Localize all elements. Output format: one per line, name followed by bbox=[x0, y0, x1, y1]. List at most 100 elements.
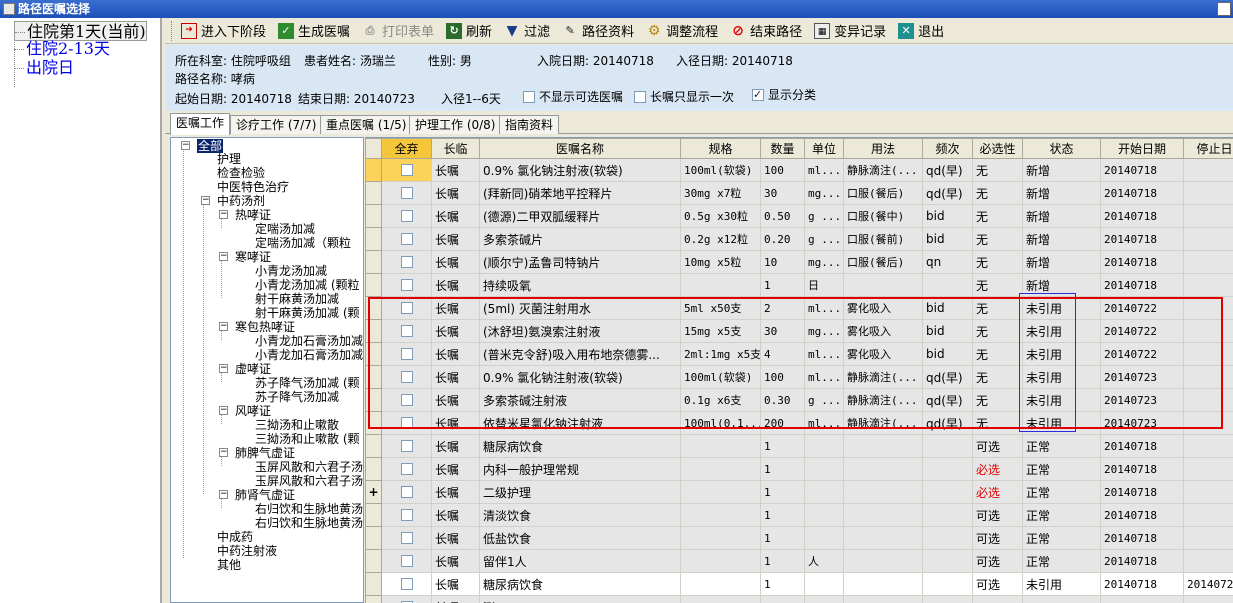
tree-collapse-toggle[interactable]: − bbox=[219, 322, 228, 331]
row-header-cell[interactable] bbox=[365, 572, 382, 596]
tree-node[interactable]: 定喘汤加减（颗粒 bbox=[255, 236, 351, 250]
row-header-cell[interactable] bbox=[365, 365, 382, 389]
tab-treatment-work[interactable]: 诊疗工作 (7/7) bbox=[230, 115, 323, 134]
tree-collapse-toggle[interactable]: − bbox=[181, 141, 190, 150]
tree-node[interactable]: 玉屏风散和六君子汤 bbox=[255, 474, 363, 488]
discard-checkbox[interactable] bbox=[400, 463, 413, 475]
tree-node-all[interactable]: 全部 bbox=[197, 139, 224, 153]
tree-node[interactable]: 小青龙加石膏汤加减 bbox=[255, 334, 363, 348]
show-category-checkbox[interactable]: 显示分类 bbox=[752, 87, 816, 103]
tree-node[interactable]: 风哮证 bbox=[235, 404, 271, 418]
discard-checkbox[interactable] bbox=[400, 210, 413, 222]
table-row[interactable]: 长嘱 清淡饮食 1 可选 正常 20140718 bbox=[365, 503, 1233, 527]
exit-button[interactable]: ✕ 退出 bbox=[898, 21, 944, 40]
tree-node[interactable]: 中药注射液 bbox=[217, 544, 277, 558]
tree-collapse-toggle[interactable]: − bbox=[219, 252, 228, 261]
adjust-flow-button[interactable]: ⚙ 调整流程 bbox=[646, 21, 718, 41]
tree-node[interactable]: 苏子降气汤加减 bbox=[255, 390, 339, 404]
row-header-cell[interactable] bbox=[365, 273, 382, 297]
column-header[interactable]: 长临 bbox=[431, 138, 480, 159]
column-header[interactable]: 规格 bbox=[680, 138, 761, 159]
column-header[interactable]: 用法 bbox=[843, 138, 923, 159]
tree-node[interactable]: 三拗汤和止嗽散 bbox=[255, 418, 339, 432]
tree-collapse-toggle[interactable]: − bbox=[219, 406, 228, 415]
print-form-button[interactable]: ⎙ 打印表单 bbox=[362, 21, 434, 41]
table-row[interactable]: 长嘱 持续吸氧 1 日 无新增 20140718 bbox=[365, 273, 1233, 297]
tree-node[interactable]: 护理 bbox=[217, 152, 241, 166]
tree-node[interactable]: 玉屏风散和六君子汤 bbox=[255, 460, 363, 474]
discard-checkbox[interactable] bbox=[400, 371, 413, 383]
tab-nursing-work[interactable]: 护理工作 (0/8) bbox=[409, 115, 502, 134]
column-header[interactable]: 状态 bbox=[1022, 138, 1101, 159]
table-row[interactable]: 长嘱 内科一般护理常规 1 必选 正常 20140718 bbox=[365, 457, 1233, 481]
discard-checkbox[interactable] bbox=[400, 302, 413, 314]
tree-node[interactable]: 虚哮证 bbox=[235, 362, 271, 376]
close-button[interactable] bbox=[1217, 2, 1231, 16]
tree-node[interactable]: 射干麻黄汤加减 bbox=[255, 292, 339, 306]
tree-node[interactable]: 寒哮证 bbox=[235, 250, 271, 264]
tree-node[interactable]: 检查检验 bbox=[217, 166, 265, 180]
tree-node[interactable]: 小青龙汤加减 (颗粒 bbox=[255, 278, 360, 292]
tree-node[interactable]: 寒包热哮证 bbox=[235, 320, 295, 334]
discard-checkbox[interactable] bbox=[400, 578, 413, 590]
tab-order-work[interactable]: 医嘱工作 bbox=[170, 113, 231, 135]
row-header-cell[interactable] bbox=[365, 549, 382, 573]
tree-collapse-toggle[interactable]: − bbox=[219, 490, 228, 499]
row-header-cell[interactable] bbox=[365, 411, 382, 435]
table-row[interactable]: 长嘱 多索茶碱片 0.2g x12粒 0.20 g ... 口服(餐前) bid 无新增 201… bbox=[365, 227, 1233, 251]
filter-button[interactable]: ▼ 过滤 bbox=[504, 21, 550, 41]
column-header[interactable]: 必选性 bbox=[972, 138, 1023, 159]
discard-checkbox[interactable] bbox=[400, 440, 413, 452]
tree-node[interactable]: 小青龙汤加减 bbox=[255, 264, 327, 278]
tree-collapse-toggle[interactable]: − bbox=[219, 364, 228, 373]
column-header[interactable]: 频次 bbox=[922, 138, 973, 159]
hide-optional-box[interactable] bbox=[523, 91, 535, 103]
generate-orders-button[interactable]: ✓ 生成医嘱 bbox=[278, 21, 350, 40]
table-row[interactable]: 长嘱 (沐舒坦)氨溴索注射液 15mg x5支 30 mg... 雾化吸入 bid 无未引用 2… bbox=[365, 319, 1233, 343]
tab-key-orders[interactable]: 重点医嘱 (1/5) bbox=[320, 115, 413, 134]
stage-item-day2-13[interactable]: 住院2-13天 bbox=[14, 39, 110, 59]
tree-node[interactable]: 三拗汤和止嗽散 (颗 bbox=[255, 432, 360, 446]
column-header[interactable]: 数量 bbox=[760, 138, 805, 159]
tree-node[interactable]: 右归饮和生脉地黄汤 bbox=[255, 516, 363, 530]
row-header-cell[interactable] bbox=[365, 342, 382, 366]
tree-node[interactable]: 肺脾气虚证 bbox=[235, 446, 295, 460]
row-header-cell[interactable] bbox=[365, 296, 382, 320]
tree-collapse-toggle[interactable]: − bbox=[219, 210, 228, 219]
table-row[interactable]: 长嘱 糖尿病饮食 1 可选 正常 20140718 bbox=[365, 434, 1233, 458]
discard-checkbox[interactable] bbox=[400, 417, 413, 429]
discard-checkbox[interactable] bbox=[400, 279, 413, 291]
row-header-cell[interactable] bbox=[365, 457, 382, 481]
column-header[interactable]: 单位 bbox=[804, 138, 844, 159]
path-info-button[interactable]: ✎ 路径资料 bbox=[562, 21, 634, 41]
tree-collapse-toggle[interactable]: − bbox=[219, 448, 228, 457]
discard-checkbox[interactable] bbox=[400, 394, 413, 406]
discard-checkbox[interactable] bbox=[400, 164, 413, 176]
stage-item-discharge[interactable]: 出院日 bbox=[14, 58, 74, 78]
discard-checkbox[interactable] bbox=[400, 325, 413, 337]
column-header[interactable]: 停止日 bbox=[1183, 138, 1233, 159]
long-once-checkbox[interactable]: 长嘱只显示一次 bbox=[634, 89, 734, 105]
table-row[interactable]: 长嘱 (普米克令舒)吸入用布地奈德雾... 2ml:1mg x5支 4 ml... 雾化吸… bbox=[365, 342, 1233, 366]
row-header-cell[interactable] bbox=[365, 503, 382, 527]
table-row[interactable]: 长嘱糖尿病饮食 1 可选未引用2014071820140723 bbox=[365, 572, 1233, 596]
table-row[interactable]: 长嘱 0.9% 氯化钠注射液(软袋) 100ml(软袋) 100 ml... 静脉滴注(.… bbox=[365, 365, 1233, 389]
column-header[interactable]: 医嘱名称 bbox=[479, 138, 681, 159]
tree-node[interactable]: 右归饮和生脉地黄汤 bbox=[255, 502, 363, 516]
tree-node[interactable]: 定喘汤加减 bbox=[255, 222, 315, 236]
row-header-cell[interactable] bbox=[365, 526, 382, 550]
table-row[interactable]: 长嘱 (拜新同)硝苯地平控释片 30mg x7粒 30 mg... 口服(餐后) qd(早)… bbox=[365, 181, 1233, 205]
tree-node[interactable]: 小青龙加石膏汤加减 bbox=[255, 348, 363, 362]
row-header-cell[interactable] bbox=[365, 181, 382, 205]
column-header[interactable]: 开始日期 bbox=[1100, 138, 1184, 159]
change-log-button[interactable]: ▦ 变异记录 bbox=[814, 21, 886, 40]
hide-optional-checkbox[interactable]: 不显示可选医嘱 bbox=[523, 89, 623, 105]
discard-checkbox[interactable] bbox=[400, 187, 413, 199]
row-header-cell[interactable] bbox=[365, 388, 382, 412]
long-once-box[interactable] bbox=[634, 91, 646, 103]
row-header-cell[interactable] bbox=[365, 250, 382, 274]
discard-all-header[interactable]: 全弃 bbox=[381, 138, 432, 159]
tree-node[interactable]: 中医特色治疗 bbox=[217, 180, 289, 194]
tree-node[interactable]: 肺肾气虚证 bbox=[235, 488, 295, 502]
discard-checkbox[interactable] bbox=[400, 532, 413, 544]
